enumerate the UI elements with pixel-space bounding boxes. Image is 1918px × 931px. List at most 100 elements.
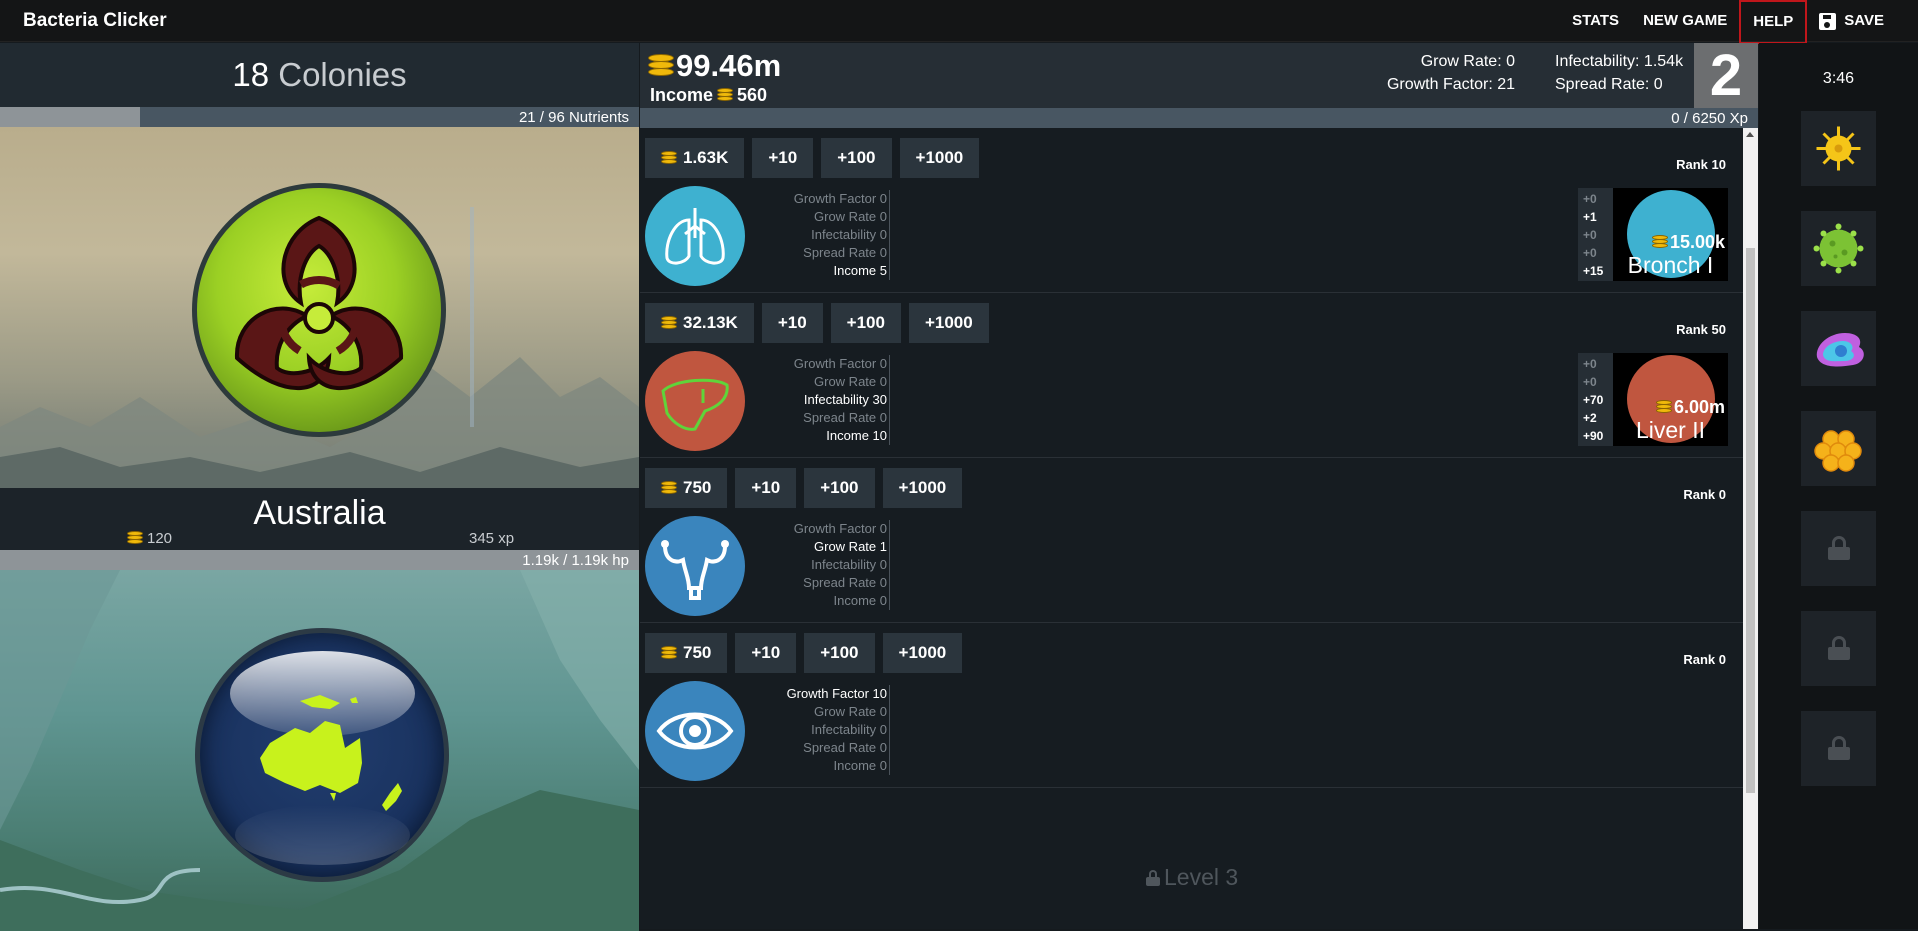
buy-cost-button[interactable]: 750 bbox=[645, 468, 728, 508]
organ-stats: Growth Factor 0 Grow Rate 0 Infectability … bbox=[725, 190, 887, 280]
buy-buttons: 750 +10 +100 +1000 bbox=[645, 633, 963, 673]
hp-label: 1.19k / 1.19k hp bbox=[522, 552, 629, 569]
upgrade-name: Liver II bbox=[1635, 417, 1706, 443]
buy-multiplier-button[interactable]: +1000 bbox=[882, 468, 963, 508]
scroll-up-arrow[interactable] bbox=[1746, 132, 1754, 137]
new-game-button[interactable]: NEW GAME bbox=[1631, 0, 1739, 42]
buy-multiplier-button[interactable]: +100 bbox=[830, 303, 901, 343]
coin-icon bbox=[661, 150, 677, 166]
upgrade-delta: +0 bbox=[1583, 246, 1597, 260]
growth-factor-stat: Growth Factor: 21 bbox=[1386, 76, 1515, 93]
colonies-count: 18 bbox=[232, 56, 270, 93]
upgrade-delta: +90 bbox=[1583, 429, 1604, 443]
lock-icon bbox=[1828, 536, 1850, 560]
bacteria-slot bbox=[1801, 611, 1876, 686]
upgrade-preview[interactable]: 15.00k Bronch I bbox=[1613, 188, 1728, 281]
buy-multiplier-button[interactable]: +10 bbox=[735, 468, 797, 508]
upgrade-preview[interactable]: 6.00m Liver II bbox=[1613, 353, 1728, 446]
buy-cost-button[interactable]: 1.63K bbox=[645, 138, 745, 178]
coin-icon bbox=[1651, 235, 1668, 250]
organ-stat: Grow Rate 0 bbox=[814, 209, 887, 224]
organ-stat: Infectability 0 bbox=[811, 722, 887, 737]
organ-stat: Spread Rate 0 bbox=[803, 575, 887, 590]
buy-cost-button[interactable]: 750 bbox=[645, 633, 728, 673]
upgrade-price: 15.00k bbox=[1651, 232, 1725, 253]
bacteria-slot bbox=[1801, 511, 1876, 586]
scrollbar[interactable] bbox=[1743, 128, 1758, 929]
divider bbox=[889, 520, 890, 610]
organ-stat: Infectability 30 bbox=[803, 392, 887, 407]
save-label: SAVE bbox=[1844, 12, 1884, 29]
coin-icon bbox=[661, 480, 677, 496]
organ-stat: Income 5 bbox=[833, 263, 887, 278]
upgrade-delta: +0 bbox=[1583, 357, 1597, 371]
nutrients-bar: 21 / 96 Nutrients bbox=[0, 107, 639, 127]
nutrients-fill bbox=[0, 107, 140, 127]
stats-button[interactable]: STATS bbox=[1560, 0, 1631, 42]
green-virus-icon bbox=[1813, 223, 1864, 274]
bacteria-slot[interactable] bbox=[1801, 111, 1876, 186]
upgrade-card[interactable]: +0 +0 +70 +2 +90 6.00m Liver II bbox=[1578, 353, 1728, 446]
coin-icon bbox=[1655, 400, 1672, 415]
australia-globe[interactable] bbox=[195, 628, 449, 882]
organ-stat: Spread Rate 0 bbox=[803, 410, 887, 425]
bacteria-slot[interactable] bbox=[1801, 311, 1876, 386]
upgrade-delta: +0 bbox=[1583, 228, 1597, 242]
upgrade-card[interactable]: +0 +1 +0 +0 +15 15.00k Bronch I bbox=[1578, 188, 1728, 281]
cost-value: 750 bbox=[683, 643, 712, 662]
biohazard-orb[interactable] bbox=[192, 183, 446, 437]
save-button[interactable]: SAVE bbox=[1807, 0, 1918, 42]
organ-stat: Infectability 0 bbox=[811, 227, 887, 242]
upgrade-deltas: +0 +1 +0 +0 +15 bbox=[1578, 188, 1613, 281]
bacteria-slot[interactable] bbox=[1801, 211, 1876, 286]
upgrade-delta: +1 bbox=[1583, 210, 1597, 224]
organ-stat: Spread Rate 0 bbox=[803, 740, 887, 755]
buy-multiplier-button[interactable]: +1000 bbox=[908, 303, 989, 343]
lock-icon bbox=[1828, 636, 1850, 660]
biohazard-icon bbox=[234, 215, 404, 390]
upgrade-price: 6.00m bbox=[1655, 397, 1725, 418]
upgrade-delta: +70 bbox=[1583, 393, 1604, 407]
rank-label: Rank 0 bbox=[1683, 487, 1726, 502]
buy-multiplier-button[interactable]: +1000 bbox=[882, 633, 963, 673]
divider bbox=[889, 685, 890, 775]
income-display: Income 560 bbox=[650, 85, 767, 106]
buy-multiplier-button[interactable]: +100 bbox=[804, 468, 875, 508]
buy-multiplier-button[interactable]: +10 bbox=[735, 633, 797, 673]
help-button[interactable]: HELP bbox=[1739, 0, 1808, 44]
grow-rate-stat: Grow Rate: 0 bbox=[1420, 53, 1515, 70]
coin-icon bbox=[661, 315, 677, 331]
organ-stat: Growth Factor 0 bbox=[793, 521, 887, 536]
organ-row: 750 +10 +100 +1000 Rank 0 Growth Factor 10 Gro… bbox=[640, 623, 1743, 788]
coin-icon bbox=[127, 531, 143, 546]
scrollbar-thumb[interactable] bbox=[1746, 248, 1755, 793]
organ-stat: Growth Factor 0 bbox=[793, 191, 887, 206]
bacteria-slot[interactable] bbox=[1801, 411, 1876, 486]
region-coins: 120 bbox=[127, 530, 172, 547]
organ-stats: Growth Factor 10 Grow Rate 0 Infectability… bbox=[725, 685, 887, 775]
divider bbox=[889, 355, 890, 445]
organ-list: Level 3 1.63K +10 +100 +1000 Rank 10 Growth F… bbox=[640, 128, 1743, 929]
buy-multiplier-button[interactable]: +10 bbox=[752, 138, 814, 178]
buy-multiplier-button[interactable]: +10 bbox=[761, 303, 823, 343]
buy-multiplier-button[interactable]: +1000 bbox=[899, 138, 980, 178]
colonies-label: Colonies bbox=[278, 56, 407, 93]
xp-bar: 0 / 6250 Xp bbox=[640, 108, 1758, 128]
bacteria-panel: 3:46 bbox=[1759, 43, 1918, 929]
buy-buttons: 1.63K +10 +100 +1000 bbox=[645, 138, 980, 178]
buy-multiplier-button[interactable]: +100 bbox=[804, 633, 875, 673]
coin-icon bbox=[661, 645, 677, 661]
biohazard-scene bbox=[0, 127, 639, 488]
upgrade-name: Bronch I bbox=[1627, 252, 1714, 278]
yellow-virus-icon bbox=[1816, 126, 1861, 171]
buy-multiplier-button[interactable]: +100 bbox=[821, 138, 892, 178]
upgrade-deltas: +0 +0 +70 +2 +90 bbox=[1578, 353, 1613, 446]
orange-cluster-icon bbox=[1814, 430, 1862, 472]
buy-cost-button[interactable]: 32.13K bbox=[645, 303, 754, 343]
save-icon bbox=[1819, 12, 1837, 30]
organ-stat: Income 0 bbox=[833, 593, 887, 608]
upgrade-price-value: 6.00m bbox=[1673, 397, 1725, 417]
lock-icon bbox=[1828, 736, 1850, 760]
globe-gloss-bottom bbox=[235, 805, 410, 865]
buy-buttons: 32.13K +10 +100 +1000 bbox=[645, 303, 989, 343]
